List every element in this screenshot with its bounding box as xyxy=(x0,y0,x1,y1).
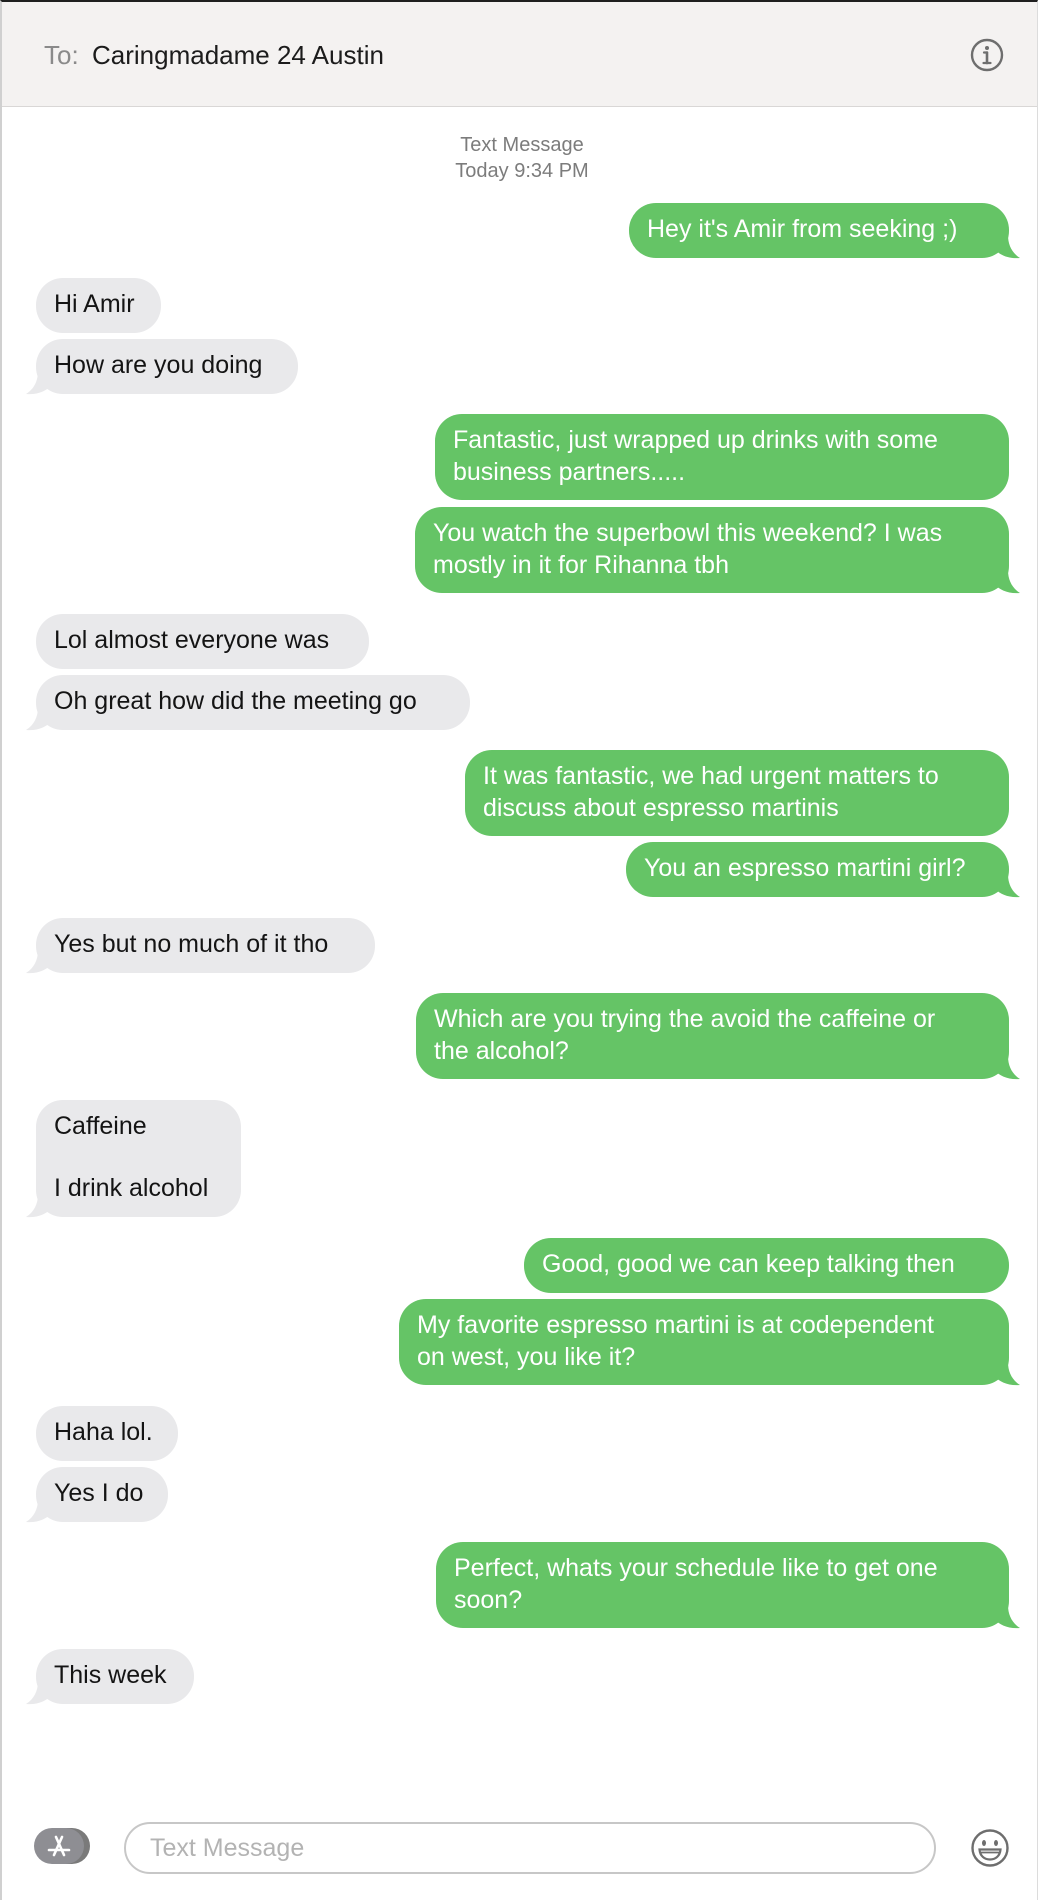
bubble-tail xyxy=(26,950,52,974)
app-store-icon[interactable] xyxy=(34,1826,92,1866)
received-message-bubble[interactable]: Hi Amir xyxy=(36,278,161,333)
bubble-tail xyxy=(994,1605,1020,1629)
sent-message-bubble[interactable]: My favorite espresso martini is at codep… xyxy=(399,1299,1009,1385)
conversation-header: To: Caringmadame 24 Austin xyxy=(2,2,1037,107)
message-composer xyxy=(2,1812,1037,1902)
sent-message-bubble[interactable]: It was fantastic, we had urgent matters … xyxy=(465,750,1009,836)
received-message-bubble[interactable]: This week xyxy=(36,1649,194,1704)
message-input[interactable] xyxy=(124,1822,936,1874)
received-message-bubble[interactable]: Yes I do xyxy=(36,1467,168,1522)
messages-window: To: Caringmadame 24 Austin Text Message … xyxy=(0,0,1038,1900)
bubble-tail xyxy=(26,1194,52,1218)
recipient-name[interactable]: Caringmadame 24 Austin xyxy=(92,40,384,71)
bubble-tail xyxy=(26,1499,52,1523)
bubble-tail xyxy=(26,1681,52,1705)
received-message-bubble[interactable]: Oh great how did the meeting go xyxy=(36,675,470,730)
message-timestamp: Today 9:34 PM xyxy=(455,160,589,182)
bubble-tail xyxy=(994,570,1020,594)
info-icon[interactable] xyxy=(970,38,1004,72)
bubble-tail xyxy=(26,371,52,395)
received-message-bubble[interactable]: Yes but no much of it tho xyxy=(36,918,375,973)
received-message-bubble[interactable]: Caffeine I drink alcohol xyxy=(36,1100,241,1217)
sent-message-bubble[interactable]: Fantastic, just wrapped up drinks with s… xyxy=(435,414,1009,500)
sent-message-bubble[interactable]: Hey it's Amir from seeking ;) xyxy=(629,203,1009,258)
bubble-tail xyxy=(994,1362,1020,1386)
bubble-tail xyxy=(994,1056,1020,1080)
received-message-bubble[interactable]: How are you doing xyxy=(36,339,298,394)
emoji-icon[interactable] xyxy=(970,1828,1010,1868)
to-label: To: xyxy=(44,40,79,70)
sent-message-bubble[interactable]: You an espresso martini girl? xyxy=(626,842,1009,897)
received-message-bubble[interactable]: Haha lol. xyxy=(36,1406,178,1461)
sent-message-bubble[interactable]: Perfect, whats your schedule like to get… xyxy=(436,1542,1009,1628)
sent-message-bubble[interactable]: Good, good we can keep talking then xyxy=(524,1238,1009,1293)
bubble-tail xyxy=(26,707,52,731)
bubble-tail xyxy=(994,235,1020,259)
message-kind-label: Text Message xyxy=(460,134,584,156)
sent-message-bubble[interactable]: You watch the superbowl this weekend? I … xyxy=(415,507,1009,593)
bubble-tail xyxy=(994,874,1020,898)
sent-message-bubble[interactable]: Which are you trying the avoid the caffe… xyxy=(416,993,1009,1079)
received-message-bubble[interactable]: Lol almost everyone was xyxy=(36,614,369,669)
